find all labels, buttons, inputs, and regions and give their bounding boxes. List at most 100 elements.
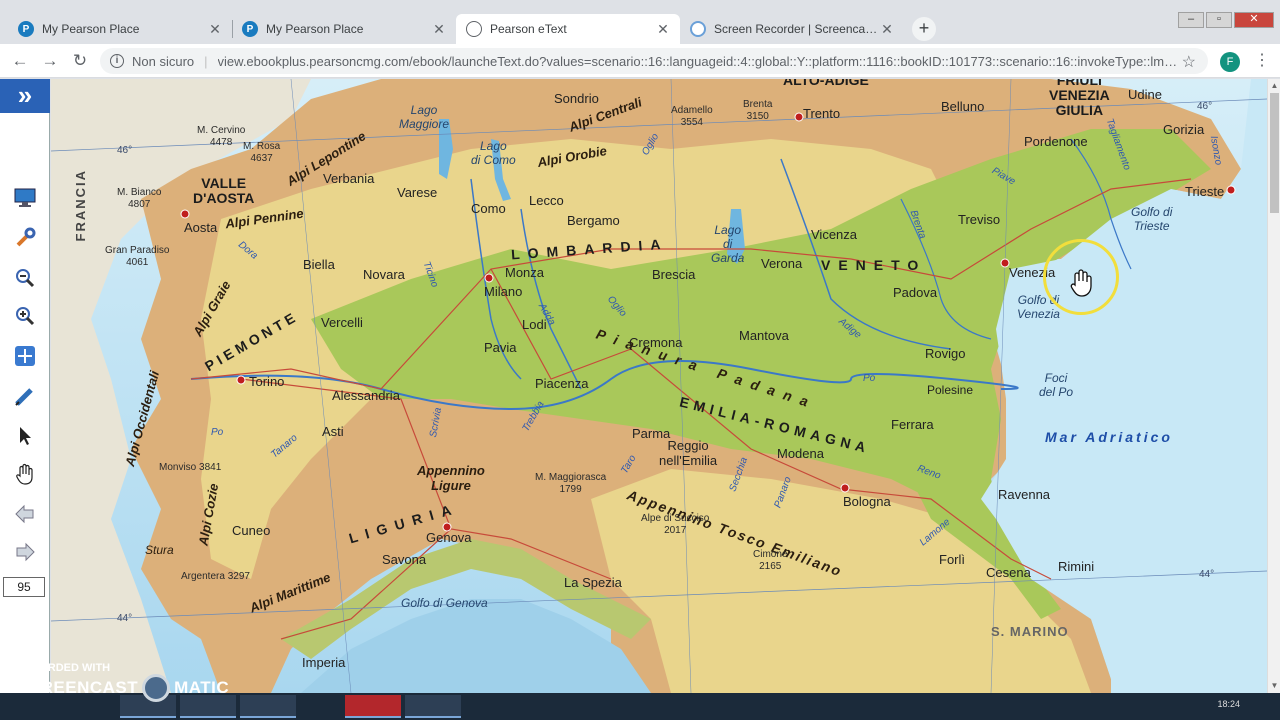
city-padova: Padova [893, 285, 938, 300]
vertical-scrollbar[interactable]: ▲ ▼ [1267, 79, 1280, 693]
minimize-icon[interactable]: – [1178, 12, 1204, 28]
city-ferrara: Ferrara [891, 417, 934, 432]
etext-toolbar: » 95 [0, 79, 50, 693]
highlighter-pen-icon[interactable] [11, 383, 39, 409]
river-po: Po [863, 373, 876, 384]
peak-monviso: Monviso 3841 [159, 462, 222, 473]
close-tab-icon[interactable]: ✕ [880, 21, 894, 38]
city-aosta: Aosta [184, 220, 218, 235]
wrench-icon[interactable] [11, 225, 39, 251]
back-arrow-icon[interactable]: ← [8, 50, 32, 72]
pan-hand-icon[interactable] [11, 461, 39, 487]
peak-brenta: Brenta 3150 [743, 99, 773, 122]
map-relief [51, 79, 1267, 693]
city-trento: Trento [803, 106, 841, 121]
city-belluno: Belluno [941, 99, 985, 114]
peak-argentera: Argentera 3297 [181, 571, 250, 582]
gulf-genova: Golfo di Genova [401, 596, 488, 610]
address-bar[interactable]: i Non sicuro | view.ebookplus.pearsoncmg… [100, 48, 1208, 74]
pearson-p-icon: P [242, 21, 258, 37]
reload-icon[interactable]: ↻ [68, 50, 92, 72]
latitude-label: 46° [1197, 101, 1213, 112]
watermark-word-screencast: SCREENCAST [16, 678, 139, 697]
url-text[interactable]: view.ebookplus.pearsoncmg.com/ebook/laun… [218, 54, 1178, 69]
city-rovigo: Rovigo [925, 346, 966, 361]
map-page[interactable]: FRANCIA 46° 46° 44° 44° VALLE D'AOSTA PI… [51, 79, 1267, 693]
city-trieste: Trieste [1185, 184, 1225, 199]
peak-cimone: Cimone 2165 [753, 549, 788, 572]
po-delta: Foci del Po [1039, 371, 1074, 399]
city-piacenza: Piacenza [535, 376, 589, 391]
region-friuli: FRIULI VENEZIA GIULIA [1049, 79, 1110, 118]
close-window-icon[interactable]: ✕ [1234, 12, 1274, 28]
latitude-label: 44° [117, 613, 133, 624]
city-rimini: Rimini [1058, 559, 1095, 574]
close-tab-icon[interactable]: ✕ [208, 21, 222, 38]
scroll-thumb[interactable] [1270, 93, 1279, 213]
city-la-spezia: La Spezia [564, 575, 622, 590]
watermark-brand: SCREENCAST MATIC [16, 674, 229, 702]
river-stura: Stura [145, 543, 174, 557]
taskbar-app-recording[interactable] [345, 695, 401, 718]
region-veneto: VENETO [821, 257, 927, 273]
city-ravenna: Ravenna [998, 487, 1051, 502]
lake-maggiore: Lago Maggiore [399, 103, 450, 131]
zoom-out-icon[interactable] [11, 265, 39, 291]
latitude-label: 44° [1199, 569, 1215, 580]
city-genova: Genova [426, 530, 472, 545]
peak-maggiorasca: M. Maggiorasca 1799 [535, 472, 607, 495]
gulf-trieste: Golfo di Trieste [1131, 205, 1173, 233]
city-torino: Torino [249, 374, 285, 389]
fit-page-icon[interactable] [11, 343, 39, 369]
tab-my-pearson-place-2[interactable]: P My Pearson Place ✕ [232, 14, 456, 44]
sea-mar-adriatico: Mar Adriatico [1045, 429, 1173, 445]
peak-monte-rosa: M. Rosa 4637 [243, 141, 281, 164]
page-number-input[interactable]: 95 [3, 577, 45, 597]
city-asti: Asti [322, 424, 344, 439]
tab-strip: P My Pearson Place ✕ P My Pearson Place … [0, 12, 1280, 44]
close-tab-icon[interactable]: ✕ [656, 21, 670, 38]
maximize-icon[interactable]: ▫ [1206, 12, 1232, 28]
zoom-in-icon[interactable] [11, 303, 39, 329]
city-verona: Verona [761, 256, 803, 271]
scroll-down-arrow-icon[interactable]: ▼ [1268, 679, 1280, 693]
peak-alpe-di-succiso: Alpe di Succiso 2017 [641, 513, 710, 536]
lake-como: Lago di Como [471, 139, 516, 167]
city-imperia: Imperia [302, 655, 346, 670]
city-pavia: Pavia [484, 340, 517, 355]
city-milano: Milano [484, 284, 523, 299]
tab-title: My Pearson Place [42, 22, 140, 36]
profile-avatar[interactable]: F [1220, 52, 1240, 72]
pointer-arrow-icon[interactable] [11, 423, 39, 449]
tab-screen-recorder[interactable]: Screen Recorder | Screencast-O-M ✕ [680, 14, 904, 44]
next-page-icon[interactable] [11, 539, 39, 565]
city-alessandria: Alessandria [332, 388, 400, 403]
country-label-francia: FRANCIA [73, 169, 88, 242]
tab-my-pearson-place-1[interactable]: P My Pearson Place ✕ [8, 14, 232, 44]
city-udine: Udine [1128, 87, 1162, 102]
browser-toolbar: ← → ↻ i Non sicuro | view.ebookplus.pear… [0, 44, 1280, 78]
previous-page-icon[interactable] [11, 501, 39, 527]
scroll-up-arrow-icon[interactable]: ▲ [1268, 79, 1280, 93]
lake-garda: Lago di Garda [711, 223, 745, 265]
close-tab-icon[interactable]: ✕ [432, 21, 446, 38]
taskbar-app[interactable] [240, 695, 296, 718]
tab-pearson-etext[interactable]: Pearson eText ✕ [456, 14, 680, 44]
watermark-word-matic: MATIC [174, 678, 230, 697]
city-monza: Monza [505, 265, 545, 280]
forward-arrow-icon[interactable]: → [38, 50, 62, 72]
new-tab-button[interactable]: + [912, 17, 936, 41]
info-icon[interactable]: i [110, 54, 124, 68]
peak-gran-paradiso: Gran Paradiso 4061 [105, 245, 170, 268]
monitor-icon[interactable] [11, 185, 39, 211]
city-modena: Modena [777, 446, 824, 461]
kebab-menu-icon[interactable]: ⋮ [1254, 50, 1270, 72]
screencast-logo-icon [142, 674, 171, 702]
city-mantova: Mantova [739, 328, 789, 343]
taskbar-app[interactable] [405, 695, 461, 718]
bookmark-star-icon[interactable]: ☆ [1182, 52, 1196, 72]
expand-sidebar-button[interactable]: » [0, 79, 50, 113]
window-controls: – ▫ ✕ [1178, 12, 1274, 28]
city-sondrio: Sondrio [554, 91, 599, 106]
city-forli: Forlì [939, 552, 965, 567]
